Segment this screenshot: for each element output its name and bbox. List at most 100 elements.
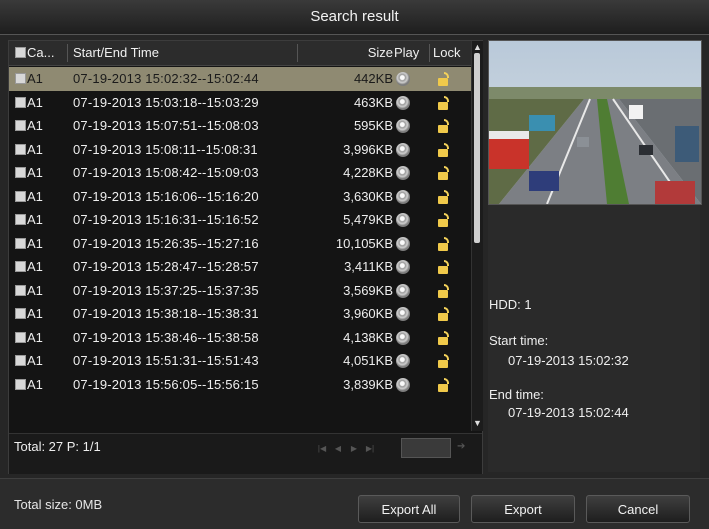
prev-page-icon[interactable]: ◀ — [331, 442, 345, 456]
row-checkbox[interactable] — [15, 378, 26, 390]
table-row[interactable]: A1 07-19-2013 15:38:46--15:38:58 4,138KB — [9, 326, 471, 350]
table-row[interactable]: A1 07-19-2013 15:16:06--15:16:20 3,630KB — [9, 185, 471, 209]
row-camera: A1 — [27, 235, 43, 251]
last-page-icon[interactable]: ▶| — [363, 442, 377, 456]
scroll-up-icon[interactable]: ▲ — [473, 43, 482, 52]
first-page-icon[interactable]: |◀ — [315, 442, 329, 456]
unlock-icon[interactable] — [437, 189, 451, 205]
row-size: 463KB — [353, 94, 393, 110]
row-camera: A1 — [27, 259, 43, 274]
unlock-icon[interactable] — [437, 71, 451, 87]
play-icon[interactable] — [396, 213, 410, 227]
details-panel: HDD: 1 Start time: 07-19-2013 15:02:32 E… — [488, 205, 700, 472]
table-row[interactable]: A1 07-19-2013 15:08:42--15:09:03 4,228KB — [9, 161, 471, 185]
unlock-icon[interactable] — [437, 259, 451, 275]
row-time: 07-19-2013 15:08:11--15:08:31 — [73, 141, 258, 157]
column-header-lock: Lock — [433, 45, 461, 60]
row-size: 595KB — [353, 118, 393, 133]
export-all-button[interactable]: Export All — [358, 495, 460, 523]
play-icon[interactable] — [396, 95, 410, 110]
row-checkbox[interactable] — [15, 214, 26, 225]
play-icon[interactable] — [396, 189, 410, 204]
start-time-label: Start time: — [489, 333, 549, 348]
unlock-icon[interactable] — [437, 95, 451, 111]
vertical-scrollbar[interactable]: ▲ ▼ — [471, 41, 483, 431]
play-icon[interactable] — [396, 260, 410, 274]
unlock-icon[interactable] — [437, 212, 451, 228]
column-header-play: Play — [394, 45, 420, 60]
play-icon[interactable] — [396, 119, 410, 133]
play-icon[interactable] — [396, 283, 410, 298]
select-all-checkbox[interactable] — [15, 47, 26, 58]
row-time: 07-19-2013 15:38:18--15:38:31 — [73, 306, 259, 321]
unlock-icon[interactable] — [437, 330, 451, 346]
column-header-camera[interactable]: Ca... — [27, 41, 65, 65]
row-size: 3,569KB — [343, 282, 393, 298]
row-checkbox[interactable] — [15, 355, 26, 366]
table-row[interactable]: A1 07-19-2013 15:56:05--15:56:15 3,839KB — [9, 373, 471, 397]
row-camera: A1 — [27, 282, 43, 298]
scroll-down-icon[interactable]: ▼ — [473, 419, 482, 428]
row-time: 07-19-2013 15:16:31--15:16:52 — [73, 212, 259, 227]
unlock-icon[interactable] — [437, 236, 451, 252]
play-icon[interactable] — [396, 72, 410, 86]
table-row[interactable]: A1 07-19-2013 15:16:31--15:16:52 5,479KB — [9, 208, 471, 232]
play-icon[interactable] — [396, 166, 410, 180]
row-time: 07-19-2013 15:51:31--15:51:43 — [73, 353, 259, 368]
row-checkbox[interactable] — [15, 284, 26, 296]
play-icon[interactable] — [396, 307, 410, 321]
total-count: Total: 27 P: 1/1 — [14, 439, 101, 454]
row-time: 07-19-2013 15:16:06--15:16:20 — [73, 188, 259, 204]
table-row[interactable]: A1 07-19-2013 15:26:35--15:27:16 10,105KB — [9, 232, 471, 256]
play-icon[interactable] — [396, 236, 410, 251]
page-number-input[interactable] — [401, 438, 451, 458]
export-button[interactable]: Export — [471, 495, 575, 523]
unlock-icon[interactable] — [437, 283, 451, 299]
unlock-icon[interactable] — [437, 377, 451, 393]
row-checkbox[interactable] — [15, 167, 26, 178]
row-checkbox[interactable] — [15, 237, 26, 249]
cancel-button[interactable]: Cancel — [586, 495, 690, 523]
row-checkbox[interactable] — [15, 308, 26, 319]
play-icon[interactable] — [396, 142, 410, 157]
play-icon[interactable] — [396, 330, 410, 345]
table-row[interactable]: A1 07-19-2013 15:07:51--15:08:03 595KB — [9, 114, 471, 138]
row-camera: A1 — [27, 71, 43, 86]
row-checkbox[interactable] — [15, 261, 26, 272]
row-checkbox[interactable] — [15, 143, 26, 155]
bottom-bar: Total size: 0MB Export All Export Cancel — [0, 478, 709, 529]
column-divider — [67, 44, 68, 62]
row-camera: A1 — [27, 118, 43, 133]
column-header-size[interactable]: Size — [299, 41, 393, 65]
row-time: 07-19-2013 15:08:42--15:09:03 — [73, 165, 259, 180]
go-page-icon[interactable]: ➔ — [457, 440, 473, 454]
unlock-icon[interactable] — [437, 118, 451, 134]
table-row[interactable]: A1 07-19-2013 15:28:47--15:28:57 3,411KB — [9, 255, 471, 279]
next-page-icon[interactable]: ▶ — [347, 442, 361, 456]
play-icon[interactable] — [396, 354, 410, 368]
row-checkbox[interactable] — [15, 120, 26, 131]
table-row[interactable]: A1 07-19-2013 15:08:11--15:08:31 3,996KB — [9, 138, 471, 162]
table-row[interactable]: A1 07-19-2013 15:38:18--15:38:31 3,960KB — [9, 302, 471, 326]
table-row[interactable]: A1 07-19-2013 15:51:31--15:51:43 4,051KB — [9, 349, 471, 373]
table-row[interactable]: A1 07-19-2013 15:37:25--15:37:35 3,569KB — [9, 279, 471, 303]
unlock-icon[interactable] — [437, 353, 451, 369]
row-time: 07-19-2013 15:28:47--15:28:57 — [73, 259, 259, 274]
row-size: 4,138KB — [343, 329, 393, 345]
column-header-time[interactable]: Start/End Time — [73, 41, 293, 65]
row-time: 07-19-2013 15:02:32--15:02:44 — [73, 71, 259, 86]
play-icon[interactable] — [396, 377, 410, 392]
result-list-panel: Ca... Start/End Time Size Play Lock A1 07… — [8, 40, 483, 474]
row-size: 10,105KB — [335, 235, 393, 251]
row-checkbox[interactable] — [15, 331, 26, 343]
unlock-icon[interactable] — [437, 306, 451, 322]
scrollbar-thumb[interactable] — [474, 53, 480, 243]
row-checkbox[interactable] — [15, 190, 26, 202]
unlock-icon[interactable] — [437, 142, 451, 158]
unlock-icon[interactable] — [437, 165, 451, 181]
row-checkbox[interactable] — [15, 96, 26, 108]
row-checkbox[interactable] — [15, 73, 26, 84]
table-row[interactable]: A1 07-19-2013 15:03:18--15:03:29 463KB — [9, 91, 471, 115]
row-camera: A1 — [27, 353, 43, 368]
table-row[interactable]: A1 07-19-2013 15:02:32--15:02:44 442KB — [9, 67, 471, 91]
